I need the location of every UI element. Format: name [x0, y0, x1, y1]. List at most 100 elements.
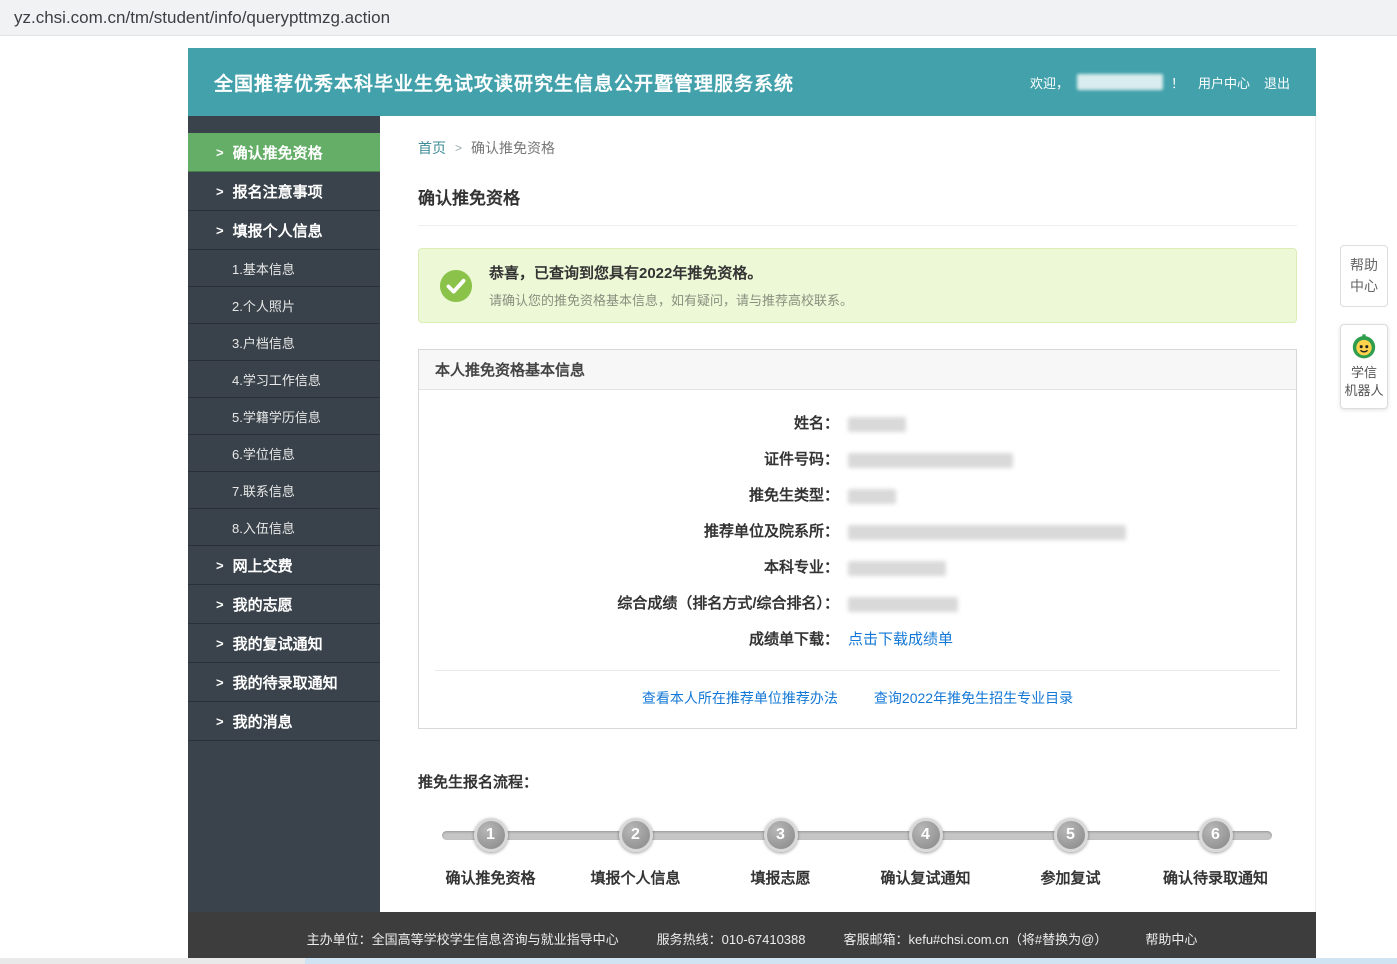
- sidebar-item-basic-info[interactable]: 1.基本信息: [188, 250, 380, 287]
- step-label: 确认待录取通知: [1162, 870, 1268, 887]
- sidebar-item-label: 我的复试通知: [232, 635, 323, 653]
- site-header: 全国推荐优秀本科毕业生免试攻读研究生信息公开暨管理服务系统 欢迎， ！ 用户中心…: [188, 48, 1316, 116]
- field-row-major: 本科专业：: [419, 550, 1296, 586]
- flow-step-2: 2 填报个人信息: [563, 818, 708, 888]
- arrow-icon: >: [216, 144, 224, 160]
- field-row-type: 推免生类型：: [419, 478, 1296, 514]
- field-row-score: 综合成绩（排名方式/综合排名）：: [419, 586, 1296, 622]
- sidebar-item-label: 7.联系信息: [232, 483, 295, 499]
- field-label: 本科专业：: [763, 559, 839, 576]
- step-label: 确认复试通知: [880, 870, 971, 887]
- sidebar-item-my-messages[interactable]: > 我的消息: [188, 702, 380, 741]
- eligibility-info-panel: 本人推免资格基本信息 姓名： 证件号码： 推免生类型： 推荐单位及院系所： 本科…: [418, 349, 1297, 729]
- chsi-robot-widget[interactable]: 学信 机器人: [1340, 324, 1388, 409]
- step-number-badge: 4: [908, 818, 943, 852]
- robot-widget-label: 学信: [1350, 365, 1377, 380]
- sidebar-item-label: 报名注意事项: [232, 183, 323, 201]
- sidebar-nav: > 确认推免资格 > 报名注意事项 > 填报个人信息 1.基本信息 2.个人照片…: [188, 116, 380, 912]
- query-2022-catalog-link[interactable]: 查询2022年推免生招生专业目录: [874, 688, 1073, 708]
- view-recommendation-rules-link[interactable]: 查看本人所在推荐单位推荐办法: [642, 688, 838, 708]
- sidebar-item-label: 我的待录取通知: [232, 674, 338, 692]
- breadcrumb-current: 确认推免资格: [471, 140, 556, 156]
- sidebar-item-personal-info[interactable]: > 填报个人信息: [188, 211, 380, 250]
- sidebar-item-study-work-info[interactable]: 4.学习工作信息: [188, 361, 380, 398]
- site-footer: 主办单位：全国高等学校学生信息咨询与就业指导中心 服务热线：010-674103…: [188, 912, 1316, 964]
- footer-help-center-link[interactable]: 帮助中心: [1145, 929, 1197, 948]
- field-label: 成绩单下载：: [748, 631, 839, 648]
- sidebar-item-photo[interactable]: 2.个人照片: [188, 287, 380, 324]
- step-number: 1: [486, 826, 495, 843]
- step-number: 6: [1211, 826, 1220, 843]
- sidebar-item-label: 填报个人信息: [232, 222, 323, 240]
- logout-link[interactable]: 退出: [1264, 73, 1290, 92]
- page-url: yz.chsi.com.cn/tm/student/info/querypttm…: [14, 7, 391, 27]
- step-label: 参加复试: [1040, 870, 1101, 887]
- sidebar-item-label: 8.入伍信息: [232, 520, 295, 536]
- help-center-widget[interactable]: 帮助 中心: [1340, 245, 1388, 307]
- sidebar-item-label: 1.基本信息: [232, 261, 295, 277]
- step-number-badge: 6: [1198, 818, 1233, 852]
- help-widget-label: 中心: [1350, 278, 1378, 294]
- arrow-icon: >: [216, 713, 224, 729]
- panel-body: 姓名： 证件号码： 推免生类型： 推荐单位及院系所： 本科专业： 综合成绩（排名…: [419, 390, 1296, 728]
- step-number: 3: [776, 826, 785, 843]
- footer-email: 客服邮箱：kefu#chsi.com.cn（将#替换为@）: [843, 931, 1108, 947]
- panel-links: 查看本人所在推荐单位推荐办法 查询2022年推免生招生专业目录: [435, 670, 1280, 728]
- field-row-recommending-unit: 推荐单位及院系所：: [419, 514, 1296, 550]
- sidebar-item-household-info[interactable]: 3.户档信息: [188, 324, 380, 361]
- step-number: 2: [631, 826, 640, 843]
- flow-step-6: 6 确认待录取通知: [1143, 818, 1288, 888]
- sidebar-item-label: 确认推免资格: [232, 144, 323, 162]
- download-transcript-link[interactable]: 点击下载成绩单: [848, 622, 953, 658]
- sidebar-item-label: 6.学位信息: [232, 446, 295, 462]
- field-label: 证件号码：: [763, 451, 839, 468]
- success-alert: 恭喜，已查询到您具有2022年推免资格。 请确认您的推免资格基本信息，如有疑问，…: [418, 248, 1297, 323]
- redacted-value: [848, 488, 896, 504]
- sidebar-item-military-info[interactable]: 8.入伍信息: [188, 509, 380, 546]
- sidebar-item-contact-info[interactable]: 7.联系信息: [188, 472, 380, 509]
- arrow-icon: >: [216, 557, 224, 573]
- flow-step-4: 4 确认复试通知: [853, 818, 998, 888]
- sidebar-item-registration-notes[interactable]: > 报名注意事项: [188, 172, 380, 211]
- breadcrumb: 首页 > 确认推免资格: [418, 138, 1297, 158]
- sidebar-item-my-preferences[interactable]: > 我的志愿: [188, 585, 380, 624]
- footer-hotline: 服务热线：010-67410388: [656, 931, 806, 947]
- arrow-icon: >: [216, 596, 224, 612]
- step-number-badge: 2: [618, 818, 653, 852]
- sidebar-item-label: 我的志愿: [232, 596, 293, 614]
- redacted-value: [848, 416, 906, 432]
- arrow-icon: >: [216, 222, 224, 238]
- step-number-badge: 1: [473, 818, 508, 852]
- sidebar-item-confirm-eligibility[interactable]: > 确认推免资格: [188, 133, 380, 172]
- breadcrumb-home-link[interactable]: 首页: [418, 138, 446, 158]
- step-label: 填报个人信息: [590, 870, 681, 887]
- site-container: 全国推荐优秀本科毕业生免试攻读研究生信息公开暨管理服务系统 欢迎， ！ 用户中心…: [188, 48, 1316, 964]
- step-number-badge: 3: [763, 818, 798, 852]
- check-circle-icon: [439, 269, 473, 302]
- help-widget-label: 帮助: [1350, 257, 1378, 273]
- field-label: 姓名：: [793, 415, 839, 432]
- sidebar-item-label: 5.学籍学历信息: [232, 409, 321, 425]
- redacted-value: [848, 596, 958, 612]
- sidebar-item-degree-info[interactable]: 6.学位信息: [188, 435, 380, 472]
- sidebar-item-admission-notice[interactable]: > 我的待录取通知: [188, 663, 380, 702]
- sidebar-item-label: 4.学习工作信息: [232, 372, 321, 388]
- user-center-link[interactable]: 用户中心: [1198, 73, 1250, 92]
- main-content: 首页 > 确认推免资格 确认推免资格 恭喜，已查询到您具有2022年推免资格。 …: [380, 116, 1315, 912]
- flow-title: 推免生报名流程：: [418, 774, 539, 791]
- sidebar-item-online-payment[interactable]: > 网上交费: [188, 546, 380, 585]
- sidebar-item-retest-notice[interactable]: > 我的复试通知: [188, 624, 380, 663]
- user-area: 欢迎， ！ 用户中心 退出: [1030, 73, 1290, 92]
- sidebar-item-student-status-info[interactable]: 5.学籍学历信息: [188, 398, 380, 435]
- field-label: 推荐单位及院系所：: [703, 523, 839, 540]
- step-label: 确认推免资格: [445, 870, 536, 887]
- browser-address-bar[interactable]: yz.chsi.com.cn/tm/student/info/querypttm…: [0, 0, 1397, 36]
- redacted-username: [1076, 74, 1163, 90]
- robot-widget-label: 机器人: [1344, 383, 1384, 398]
- field-label: 综合成绩（排名方式/综合排名）：: [617, 595, 839, 612]
- sidebar-item-label: 网上交费: [232, 557, 293, 575]
- step-number-badge: 5: [1053, 818, 1088, 852]
- field-row-transcript: 成绩单下载： 点击下载成绩单: [419, 622, 1296, 658]
- step-number: 4: [921, 826, 930, 843]
- field-row-name: 姓名：: [419, 406, 1296, 442]
